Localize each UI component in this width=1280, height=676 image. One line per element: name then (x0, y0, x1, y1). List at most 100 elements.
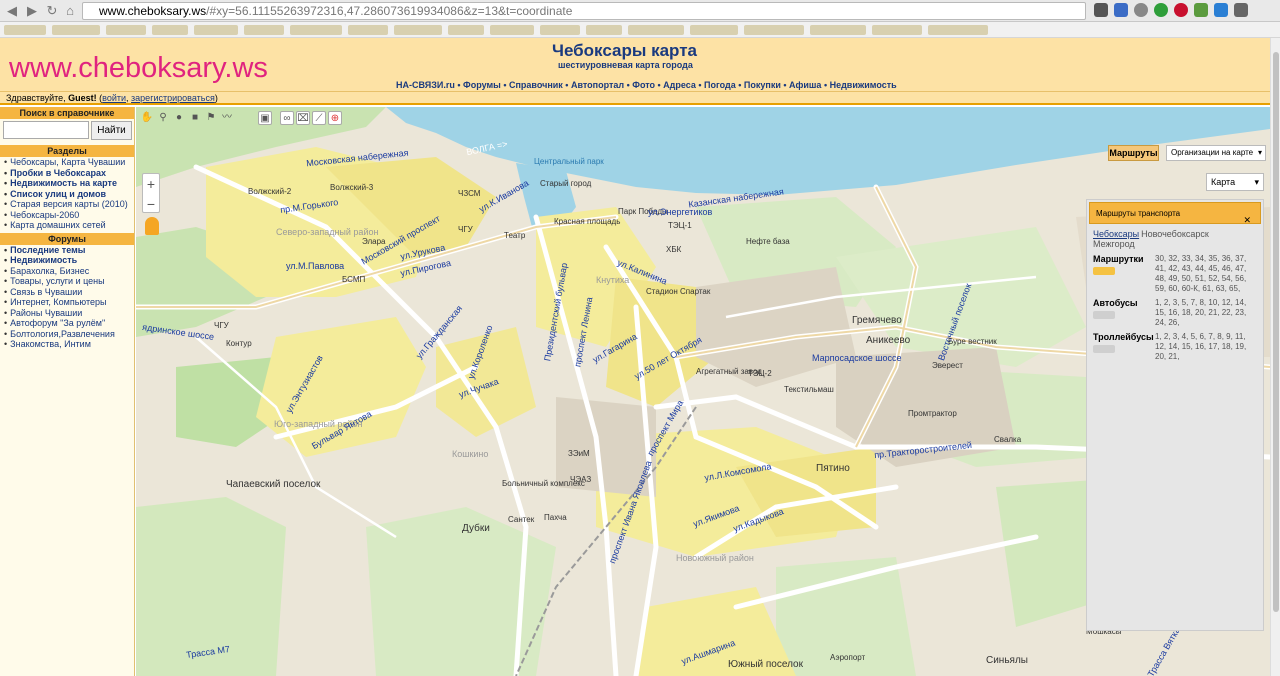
bookmark-item[interactable] (348, 25, 388, 35)
map-label: Волжский-3 (330, 183, 374, 192)
route-row: Троллейбусы 1, 2, 3, 4, 5, 6, 7, 8, 9, 1… (1087, 330, 1263, 364)
tab-novocheboksarsk[interactable]: Новочебоксарск (1141, 229, 1209, 239)
hand-icon[interactable]: ✋ (140, 111, 154, 125)
crosshair-icon[interactable]: ⊕ (328, 111, 342, 125)
nav-link[interactable]: Справочник (509, 80, 563, 90)
close-icon[interactable]: ✕ (1243, 209, 1251, 231)
sidebar-link[interactable]: Последние темы (4, 245, 134, 256)
page-scrollbar[interactable] (1270, 38, 1280, 676)
bookmark-item[interactable] (152, 25, 188, 35)
frame-icon[interactable]: ⌧ (296, 111, 310, 125)
zoom-in-button[interactable]: + (143, 174, 159, 194)
bookmark-item[interactable] (810, 25, 866, 35)
map-canvas[interactable]: ВОЛГА => Московская набережная Волжский-… (136, 107, 1270, 676)
sidebar-link[interactable]: Карта домашних сетей (4, 220, 134, 231)
chat-icon[interactable] (1214, 3, 1228, 17)
bookmark-item[interactable] (194, 25, 238, 35)
bookmark-item[interactable] (872, 25, 922, 35)
map-type-select[interactable]: Карта ▾ (1206, 173, 1264, 191)
sidebar-link[interactable]: Знакомства, Интим (4, 339, 134, 350)
sidebar-link[interactable]: Чебоксары-2060 (4, 210, 134, 221)
directory-search-input[interactable] (3, 121, 89, 139)
sidebar-link[interactable]: Список улиц и домов (4, 189, 134, 200)
nav-link[interactable]: Автопортал (571, 80, 624, 90)
route-numbers[interactable]: 1, 2, 3, 5, 7, 8, 10, 12, 14, 15, 16, 18… (1155, 298, 1257, 328)
route-row: Маршрутки 30, 32, 33, 34, 35, 36, 37, 41… (1087, 252, 1263, 296)
nav-link[interactable]: Афиша (789, 80, 821, 90)
sidebar-link[interactable]: Недвижимость (4, 255, 134, 266)
nav-link[interactable]: Покупки (744, 80, 781, 90)
sidebar-link[interactable]: Старая версия карты (2010) (4, 199, 134, 210)
site-logo[interactable]: www.cheboksary.ws (9, 52, 268, 85)
sidebar-link[interactable]: Районы Чувашии (4, 308, 134, 319)
register-link[interactable]: зарегистрироваться (131, 93, 215, 103)
sidebar-link[interactable]: Интернет, Компьютеры (4, 297, 134, 308)
organizations-select[interactable]: Организации на карте ▾ (1166, 145, 1266, 161)
street-view-icon[interactable] (145, 217, 159, 235)
sidebar-link[interactable]: Недвижимость на карте (4, 178, 134, 189)
route-numbers[interactable]: 1, 2, 3, 4, 5, 6, 7, 8, 9, 11, 12, 14, 1… (1155, 332, 1257, 362)
bookmark-item[interactable] (628, 25, 684, 35)
bookmark-item[interactable] (690, 25, 738, 35)
sidebar-link[interactable]: Связь в Чувашии (4, 287, 134, 298)
nav-link[interactable]: Форумы (463, 80, 501, 90)
address-bar[interactable]: www.cheboksary.ws/#xy=56.11155263972316,… (82, 2, 1086, 20)
bookmark-item[interactable] (4, 25, 46, 35)
tab-cheboksary[interactable]: Чебоксары (1093, 229, 1139, 239)
bookmark-item[interactable] (490, 25, 534, 35)
square-icon[interactable]: ■ (188, 111, 202, 125)
search-button[interactable]: Найти (91, 121, 132, 140)
translate-icon[interactable] (1114, 3, 1128, 17)
nav-link[interactable]: Фото (632, 80, 655, 90)
link-icon[interactable]: ∞ (280, 111, 294, 125)
bookmark-item[interactable] (540, 25, 580, 35)
forward-icon[interactable]: ▶ (24, 3, 40, 19)
tab-intercity[interactable]: Межгород (1093, 239, 1135, 249)
routes-button[interactable]: Маршруты (1108, 145, 1159, 161)
mail-icon[interactable] (1094, 3, 1108, 17)
bookmark-item[interactable] (244, 25, 284, 35)
marker-icon[interactable]: ⚲ (156, 111, 170, 125)
bookmark-item[interactable] (586, 25, 622, 35)
nav-separator: • (562, 80, 571, 90)
extension-red-icon[interactable] (1174, 3, 1188, 17)
bookmark-item[interactable] (52, 25, 100, 35)
sidebar-link[interactable]: Товары, услуги и цены (4, 276, 134, 287)
menu-icon[interactable] (1234, 3, 1248, 17)
ruler-icon[interactable]: ⟋ (312, 111, 326, 125)
login-link[interactable]: войти (102, 93, 126, 103)
nav-link[interactable]: Погода (704, 80, 736, 90)
bookmark-item[interactable] (394, 25, 442, 35)
sidebar-link[interactable]: Болтология,Развлечения (4, 329, 134, 340)
shield-icon[interactable] (1194, 3, 1208, 17)
bookmark-item[interactable] (290, 25, 342, 35)
polyline-icon[interactable]: 〰 (220, 111, 234, 125)
bookmark-item[interactable] (106, 25, 146, 35)
sidebar-link[interactable]: Пробки в Чебоксарах (4, 168, 134, 179)
greeting-bar: Здравствуйте, Guest! (войти, зарегистрир… (0, 92, 1270, 105)
extension-green-icon[interactable] (1154, 3, 1168, 17)
zoom-out-button[interactable]: − (143, 194, 159, 214)
nav-link[interactable]: Адреса (663, 80, 696, 90)
sidebar-link[interactable]: Автофорум "За рулём" (4, 318, 134, 329)
back-icon[interactable]: ◀ (4, 3, 20, 19)
home-icon[interactable]: ⌂ (62, 3, 78, 19)
bookmark-item[interactable] (448, 25, 484, 35)
save-icon[interactable]: ▣ (258, 111, 272, 125)
map-label: Буре вестник (948, 337, 997, 346)
flag-icon[interactable]: ⚑ (204, 111, 218, 125)
map-label: Пятино (816, 463, 850, 474)
map-label: ТЭЦ-1 (668, 221, 692, 230)
nav-link[interactable]: Недвижимость (830, 80, 897, 90)
globe-icon[interactable] (1134, 3, 1148, 17)
scroll-thumb[interactable] (1273, 52, 1279, 612)
bookmark-item[interactable] (744, 25, 804, 35)
bookmark-item[interactable] (928, 25, 988, 35)
sidebar-link[interactable]: Барахолка, Бизнес (4, 266, 134, 277)
nav-link[interactable]: НА-СВЯЗИ.ru (396, 80, 455, 90)
reload-icon[interactable]: ↻ (44, 3, 60, 19)
route-numbers[interactable]: 30, 32, 33, 34, 35, 36, 37, 41, 42, 43, … (1155, 254, 1257, 294)
sidebar-link[interactable]: Чебоксары, Карта Чувашии (4, 157, 134, 168)
map-label: Южный поселок (728, 659, 803, 670)
circle-icon[interactable]: ● (172, 111, 186, 125)
